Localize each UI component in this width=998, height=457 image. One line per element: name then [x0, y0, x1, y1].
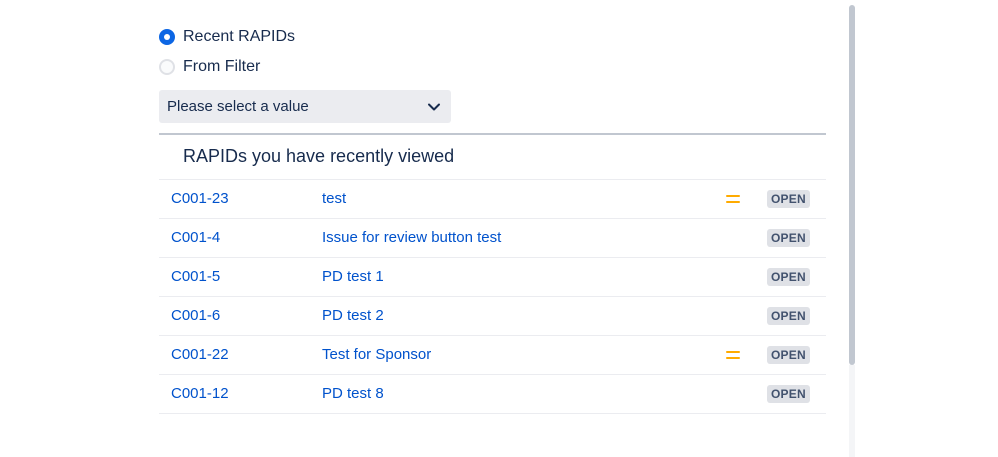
issue-key-link[interactable]: C001-23: [171, 180, 229, 218]
issue-summary-link[interactable]: test: [322, 180, 346, 218]
priority-medium-icon: [726, 350, 740, 360]
issue-key-link[interactable]: C001-6: [171, 297, 220, 335]
issue-key-link[interactable]: C001-4: [171, 219, 220, 257]
status-badge: OPEN: [767, 229, 810, 247]
issue-row[interactable]: C001-5 PD test 1 OPEN: [159, 258, 826, 297]
issue-row[interactable]: C001-23 test OPEN: [159, 180, 826, 219]
issue-key-link[interactable]: C001-5: [171, 258, 220, 296]
issue-row[interactable]: C001-4 Issue for review button test OPEN: [159, 219, 826, 258]
radio-dot: [164, 34, 170, 40]
radio-from-filter[interactable]: From Filter: [159, 57, 260, 77]
radio-button-unchecked[interactable]: [159, 59, 175, 75]
status-badge: OPEN: [767, 385, 810, 403]
radio-recent-rapids[interactable]: Recent RAPIDs: [159, 27, 295, 47]
status-badge: OPEN: [767, 190, 810, 208]
status-badge: OPEN: [767, 346, 810, 364]
section-title: RAPIDs you have recently viewed: [183, 146, 455, 166]
issue-key-link[interactable]: C001-12: [171, 375, 229, 413]
issue-summary-link[interactable]: Issue for review button test: [322, 219, 501, 257]
issue-picker-page: Recent RAPIDs From Filter Please select …: [0, 0, 998, 457]
issue-key-link[interactable]: C001-22: [171, 336, 229, 374]
section-divider: [159, 133, 826, 135]
issue-summary-link[interactable]: PD test 1: [322, 258, 384, 296]
radio-button-checked[interactable]: [159, 29, 175, 45]
issue-row[interactable]: C001-22 Test for Sponsor OPEN: [159, 336, 826, 375]
priority-medium-icon: [726, 194, 740, 204]
issue-row[interactable]: C001-12 PD test 8 OPEN: [159, 375, 826, 414]
status-badge: OPEN: [767, 268, 810, 286]
status-badge: OPEN: [767, 307, 810, 325]
issue-summary-link[interactable]: Test for Sponsor: [322, 336, 431, 374]
radio-label-from-filter: From Filter: [183, 58, 261, 75]
scrollbar-thumb[interactable]: [849, 5, 855, 365]
issue-row[interactable]: C001-6 PD test 2 OPEN: [159, 297, 826, 336]
select-placeholder: Please select a value: [167, 98, 309, 115]
scrollbar[interactable]: [849, 5, 855, 457]
radio-label-recent-rapids: Recent RAPIDs: [183, 28, 296, 45]
issue-summary-link[interactable]: PD test 2: [322, 297, 384, 335]
issue-summary-link[interactable]: PD test 8: [322, 375, 384, 413]
recent-issues-list: C001-23 test OPEN C001-4 Issue for review bu…: [159, 179, 826, 414]
chevron-down-icon[interactable]: [426, 99, 442, 115]
filter-select[interactable]: Please select a value: [159, 90, 451, 123]
scrollbar-track[interactable]: [849, 365, 855, 457]
